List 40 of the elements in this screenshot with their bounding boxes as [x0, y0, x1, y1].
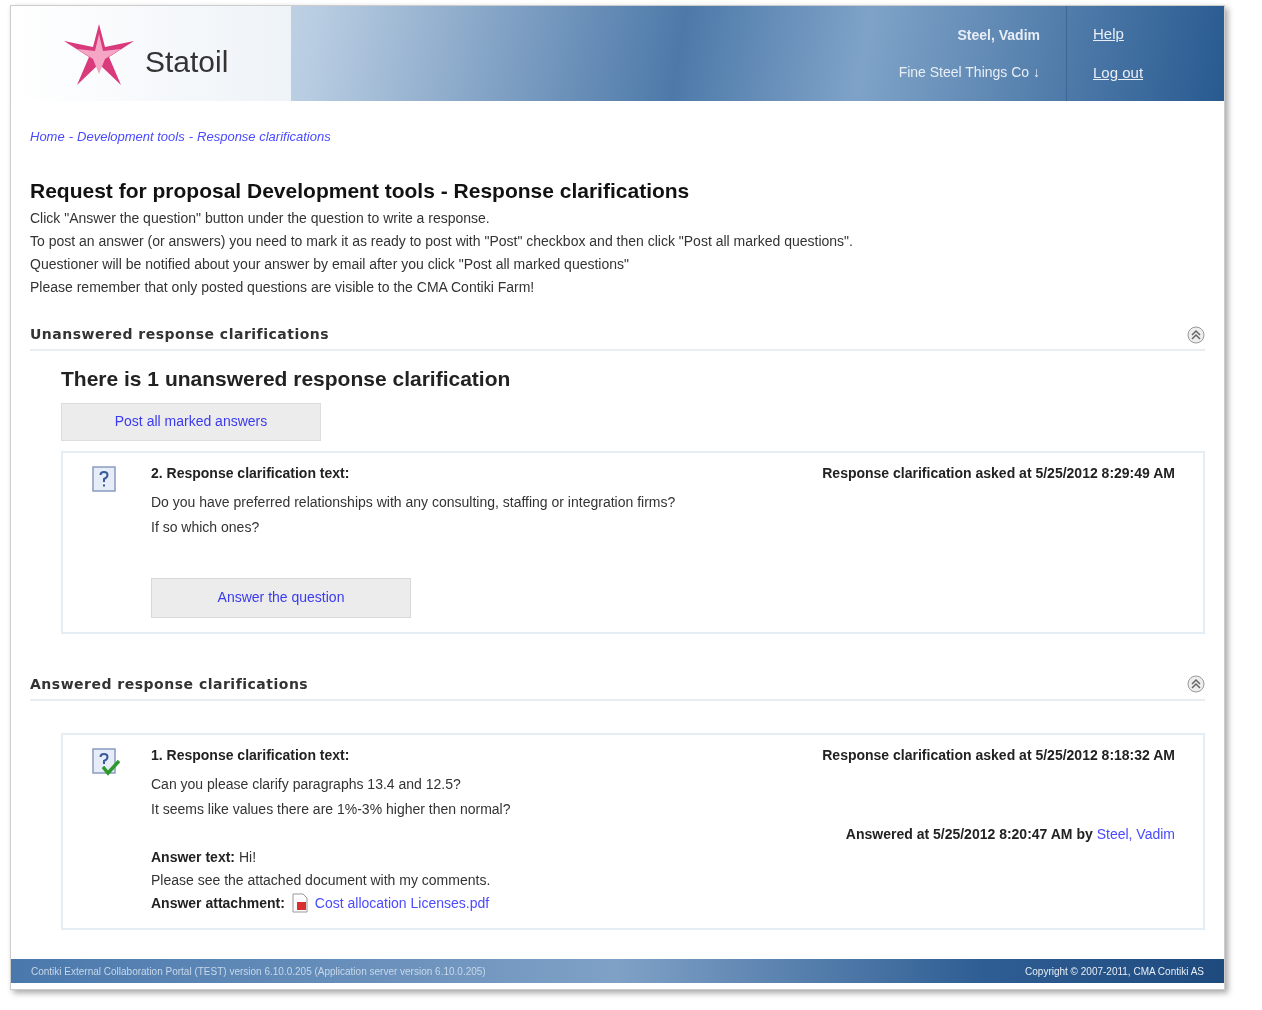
asked-timestamp: Response clarification asked at 5/25/2012 8:29:49 AM	[822, 463, 1175, 483]
question-text: It seems like values there are 1%-3% higher then normal?	[151, 799, 511, 819]
page-title: Request for proposal Development tools - Response clarifications	[30, 177, 691, 204]
question-heading: 1. Response clarification text:	[151, 745, 350, 765]
company-selector[interactable]: Fine Steel Things Co ↓	[898, 61, 1040, 83]
instruction-text: Click "Answer the question" button under the question to write a response.	[30, 209, 491, 228]
copyright-text: Copyright © 2007-2011, CMA Contiki AS	[1025, 964, 1204, 979]
breadcrumb-link[interactable]: Response clarifications	[197, 127, 331, 147]
breadcrumb-link[interactable]: Home	[30, 127, 65, 147]
answer-question-button[interactable]: Answer the question	[151, 577, 411, 618]
breadcrumb-link[interactable]: Development tools	[77, 127, 185, 147]
instruction-text: Please remember that only posted questions are visible to the CMA Contiki Farm!	[30, 278, 536, 297]
attachment-link[interactable]: Cost allocation Licenses.pdf	[314, 892, 490, 914]
instruction-text: To post an answer (or answers) you need to mark it as ready to post with "Post" checkbox and then click "Post all marked questions".	[30, 232, 854, 251]
version-text: Contiki External Collaboration Portal (TEST) version 6.10.0.205 (Application server version 6.10.0.205)	[31, 964, 486, 979]
collapse-icon[interactable]	[1187, 325, 1205, 344]
instruction-text: Questioner will be notified about your answer by email after you click "Post all marked questions"	[30, 255, 630, 274]
header-link[interactable]: Help	[1093, 23, 1224, 46]
collapse-icon[interactable]	[1187, 675, 1205, 693]
question-text: Do you have preferred relationships with any consulting, staffing or integration firms?	[151, 492, 676, 512]
pdf-file-icon	[290, 893, 309, 913]
answer-text: Answer text: Hi!	[151, 847, 258, 867]
user-name: Steel, Vadim	[957, 25, 1040, 45]
question-text: Can you please clarify paragraphs 13.4 and 12.5?	[151, 774, 462, 794]
summary-heading: There is 1 unanswered response clarification	[61, 366, 512, 392]
breadcrumb-separator: -	[188, 128, 194, 146]
breadcrumb-separator: -	[68, 128, 74, 146]
answer-text: Please see the attached document with my comments.	[151, 870, 492, 890]
section-title: Unanswered response clarifications	[30, 325, 330, 344]
question-text: If so which ones?	[151, 517, 261, 537]
answered-info: Answered at 5/25/2012 8:20:47 AM by Steel, Vadim	[845, 824, 1175, 844]
section-title: Answered response clarifications	[30, 674, 309, 694]
company-logo-text: Statoil	[145, 44, 229, 80]
attachment-label: Answer attachment:	[151, 893, 285, 913]
user-link[interactable]: Steel, Vadim	[1096, 825, 1175, 842]
header-link[interactable]: Log out	[1093, 61, 1224, 84]
post-answers-button[interactable]: Post all marked answers	[61, 402, 321, 441]
question-heading: 2. Response clarification text:	[151, 463, 350, 483]
asked-timestamp: Response clarification asked at 5/25/2012 8:18:32 AM	[822, 745, 1175, 765]
question-checked-icon	[91, 746, 121, 777]
